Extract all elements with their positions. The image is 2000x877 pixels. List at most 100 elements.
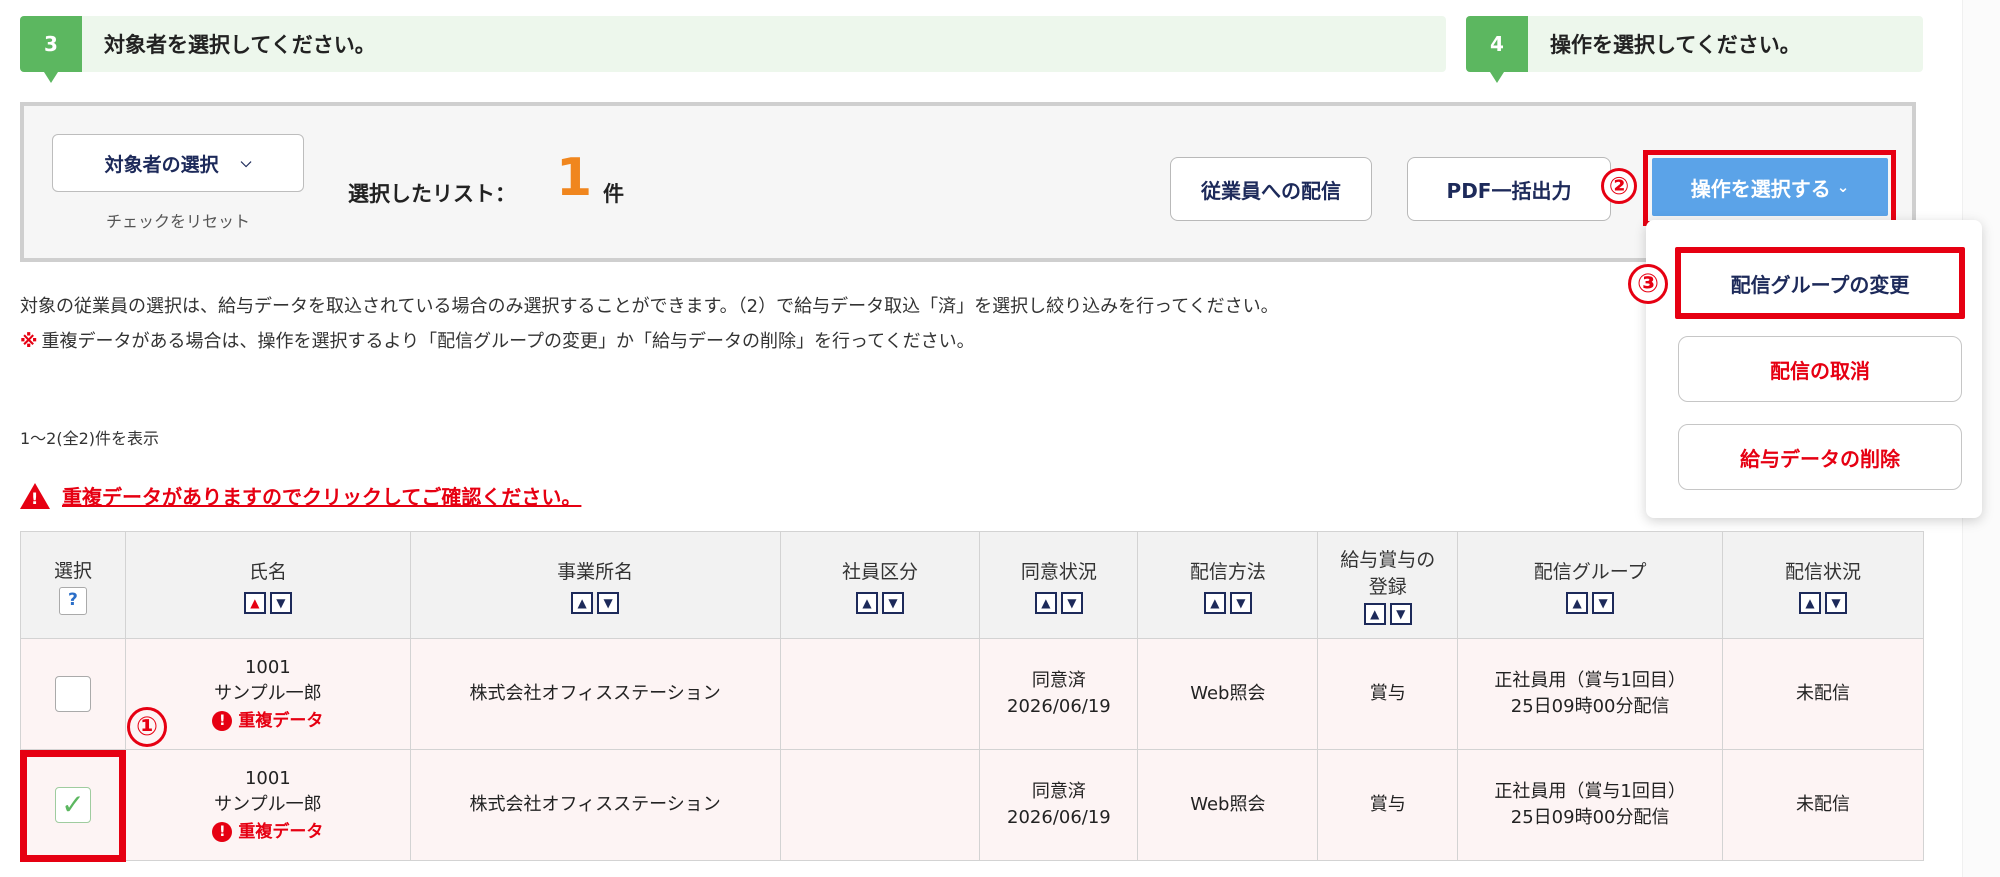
office-cell: 株式会社オフィスステーション (409, 638, 781, 750)
distribute-button[interactable]: 従業員への配信 (1170, 157, 1372, 221)
step3-number: 3 (20, 16, 82, 83)
note-line-2: ※ 重複データがある場合は、操作を選択するより「配信グループの変更」か「給与データ… (20, 327, 975, 353)
header-consent-label: 同意状況 (1020, 560, 1097, 583)
sort-asc-icon[interactable]: ▲ (1363, 603, 1386, 625)
sort-controls: ▲ ▼ (1458, 591, 1722, 614)
chevron-down-icon: ⌵ (240, 155, 252, 171)
step4-header: 4 操作を選択してください。 (1466, 16, 1923, 83)
header-method-label: 配信方法 (1189, 560, 1266, 583)
note-line-2-text: 重複データがある場合は、操作を選択するより「配信グループの変更」か「給与データの… (41, 331, 975, 352)
header-group: 配信グループ ▲ ▼ (1457, 531, 1724, 639)
selected-count-unit: 件 (603, 182, 624, 206)
sort-desc-icon[interactable]: ▼ (1389, 603, 1412, 625)
sort-desc-icon[interactable]: ▼ (1592, 591, 1615, 614)
duplicate-warning[interactable]: ! 重複データがありますのでクリックしてご確認ください。 (20, 481, 581, 510)
sort-controls: ▲ ▼ (1318, 603, 1457, 625)
sort-desc-icon[interactable]: ▼ (597, 591, 620, 614)
sort-asc-icon[interactable]: ▲ (243, 591, 266, 614)
employee-id: 1001 (244, 656, 291, 678)
consent-status: 同意済 (1031, 670, 1086, 691)
group-cell: 正社員用（賞与1回目） 25日09時00分配信 (1457, 638, 1724, 750)
duplicate-label: 重複データ (238, 821, 324, 842)
header-register-label-1: 給与賞与の (1340, 549, 1436, 571)
target-select-button[interactable]: 対象者の選択 ⌵ (52, 134, 304, 192)
sort-desc-icon[interactable]: ▼ (1060, 591, 1083, 614)
employee-id: 1001 (244, 767, 291, 789)
method-cell: Web照会 (1137, 749, 1319, 861)
sort-desc-icon[interactable]: ▼ (1229, 591, 1252, 614)
table-row: 1001 サンプル一郎 ! 重複データ 株式会社オフィスステーション 同意済 20… (20, 638, 1924, 750)
sort-desc-icon[interactable]: ▼ (1825, 591, 1848, 614)
header-employee-type-label: 社員区分 (841, 560, 918, 583)
employee-table: 選択 ? 氏名 ▲ ▼ 事業所名 ▲ ▼ 社員区分 ▲ ▼ 同意状況 ▲ ▼ 配信方法 … (20, 531, 1924, 861)
cancel-distribution-menu-item[interactable]: 配信の取消 (1678, 336, 1962, 402)
annotation-2: ② (1601, 168, 1637, 204)
consent-cell: 同意済 2026/06/19 (979, 638, 1139, 750)
result-count: 1〜2(全2)件を表示 (20, 429, 160, 448)
step3-text: 対象者を選択してください。 (104, 33, 376, 57)
header-name-label: 氏名 (248, 560, 287, 583)
step4-text: 操作を選択してください。 (1550, 33, 1801, 57)
header-office-label: 事業所名 (557, 560, 634, 583)
status-cell: 未配信 (1722, 638, 1924, 750)
header-office: 事業所名 ▲ ▼ (409, 531, 781, 639)
consent-date: 2026/06/19 (1007, 807, 1111, 828)
sort-asc-icon[interactable]: ▲ (571, 591, 594, 614)
select-cell (20, 638, 126, 750)
sort-controls: ▲ ▼ (781, 591, 980, 614)
employee-name: サンプル一郎 (214, 682, 322, 704)
sort-asc-icon[interactable]: ▲ (1203, 591, 1226, 614)
header-status-label: 配信状況 (1785, 560, 1862, 583)
header-select: 選択 ? (20, 531, 126, 639)
pdf-export-button[interactable]: PDF一括出力 (1407, 157, 1611, 221)
chevron-down-icon: ⌄ (1836, 178, 1850, 196)
row-checkbox[interactable] (54, 676, 91, 712)
delete-payroll-menu-item[interactable]: 給与データの削除 (1678, 424, 1962, 490)
duplicate-warning-link[interactable]: 重複データがありますのでクリックしてご確認ください。 (62, 481, 581, 510)
header-register: 給与賞与の 登録 ▲ ▼ (1317, 531, 1459, 639)
step4-number: 4 (1466, 16, 1528, 83)
header-method: 配信方法 ▲ ▼ (1137, 531, 1319, 639)
checkbox-highlight (20, 750, 126, 862)
selected-count: 1 (556, 148, 593, 208)
name-cell: 1001 サンプル一郎 ! 重複データ (124, 749, 411, 861)
sort-controls: ▲ ▼ (980, 591, 1137, 614)
sort-asc-icon[interactable]: ▲ (855, 591, 878, 614)
sort-desc-icon[interactable]: ▼ (881, 591, 904, 614)
operation-select-button[interactable]: 操作を選択する ⌄ (1652, 158, 1888, 216)
group-name: 正社員用（賞与1回目） (1494, 781, 1686, 802)
header-employee-type: 社員区分 ▲ ▼ (779, 531, 981, 639)
note-line-1: 対象の従業員の選択は、給与データを取込されている場合のみ選択することができます。… (20, 296, 1279, 317)
help-icon[interactable]: ? (58, 586, 87, 615)
consent-cell: 同意済 2026/06/19 (979, 749, 1139, 861)
step3-header: 3 対象者を選択してください。 (20, 16, 1446, 83)
sort-asc-icon[interactable]: ▲ (1566, 591, 1589, 614)
duplicate-badge: ! 重複データ (212, 819, 323, 845)
register-cell: 賞与 (1317, 749, 1459, 861)
warning-icon: ! (20, 482, 50, 509)
duplicate-label: 重複データ (238, 710, 324, 731)
employee-type-cell (779, 749, 981, 861)
exclamation-icon: ! (212, 710, 233, 731)
method-cell: Web照会 (1137, 638, 1319, 750)
employee-name: サンプル一郎 (214, 793, 322, 815)
sort-asc-icon[interactable]: ▲ (1034, 591, 1057, 614)
header-consent: 同意状況 ▲ ▼ (979, 531, 1139, 639)
change-group-menu-item[interactable]: 配信グループの変更 (1675, 247, 1965, 319)
table-row: ✓ 1001 サンプル一郎 ! 重複データ 株式会社オフィスステーション 同意済 … (20, 749, 1924, 861)
office-cell: 株式会社オフィスステーション (409, 749, 781, 861)
group-cell: 正社員用（賞与1回目） 25日09時00分配信 (1457, 749, 1724, 861)
exclamation-icon: ! (212, 821, 233, 842)
employee-type-cell (779, 638, 981, 750)
sort-asc-icon[interactable]: ▲ (1799, 591, 1822, 614)
status-cell: 未配信 (1722, 749, 1924, 861)
consent-date: 2026/06/19 (1007, 696, 1111, 717)
note-mark: ※ (20, 331, 38, 352)
header-status: 配信状況 ▲ ▼ (1722, 531, 1924, 639)
header-register-label-2: 登録 (1368, 576, 1407, 598)
group-name: 正社員用（賞与1回目） (1494, 670, 1686, 691)
reset-check-link[interactable]: チェックをリセット (52, 208, 304, 232)
sort-desc-icon[interactable]: ▼ (269, 591, 292, 614)
duplicate-badge: ! 重複データ (212, 708, 323, 734)
selected-list-label: 選択したリスト： (348, 182, 516, 206)
